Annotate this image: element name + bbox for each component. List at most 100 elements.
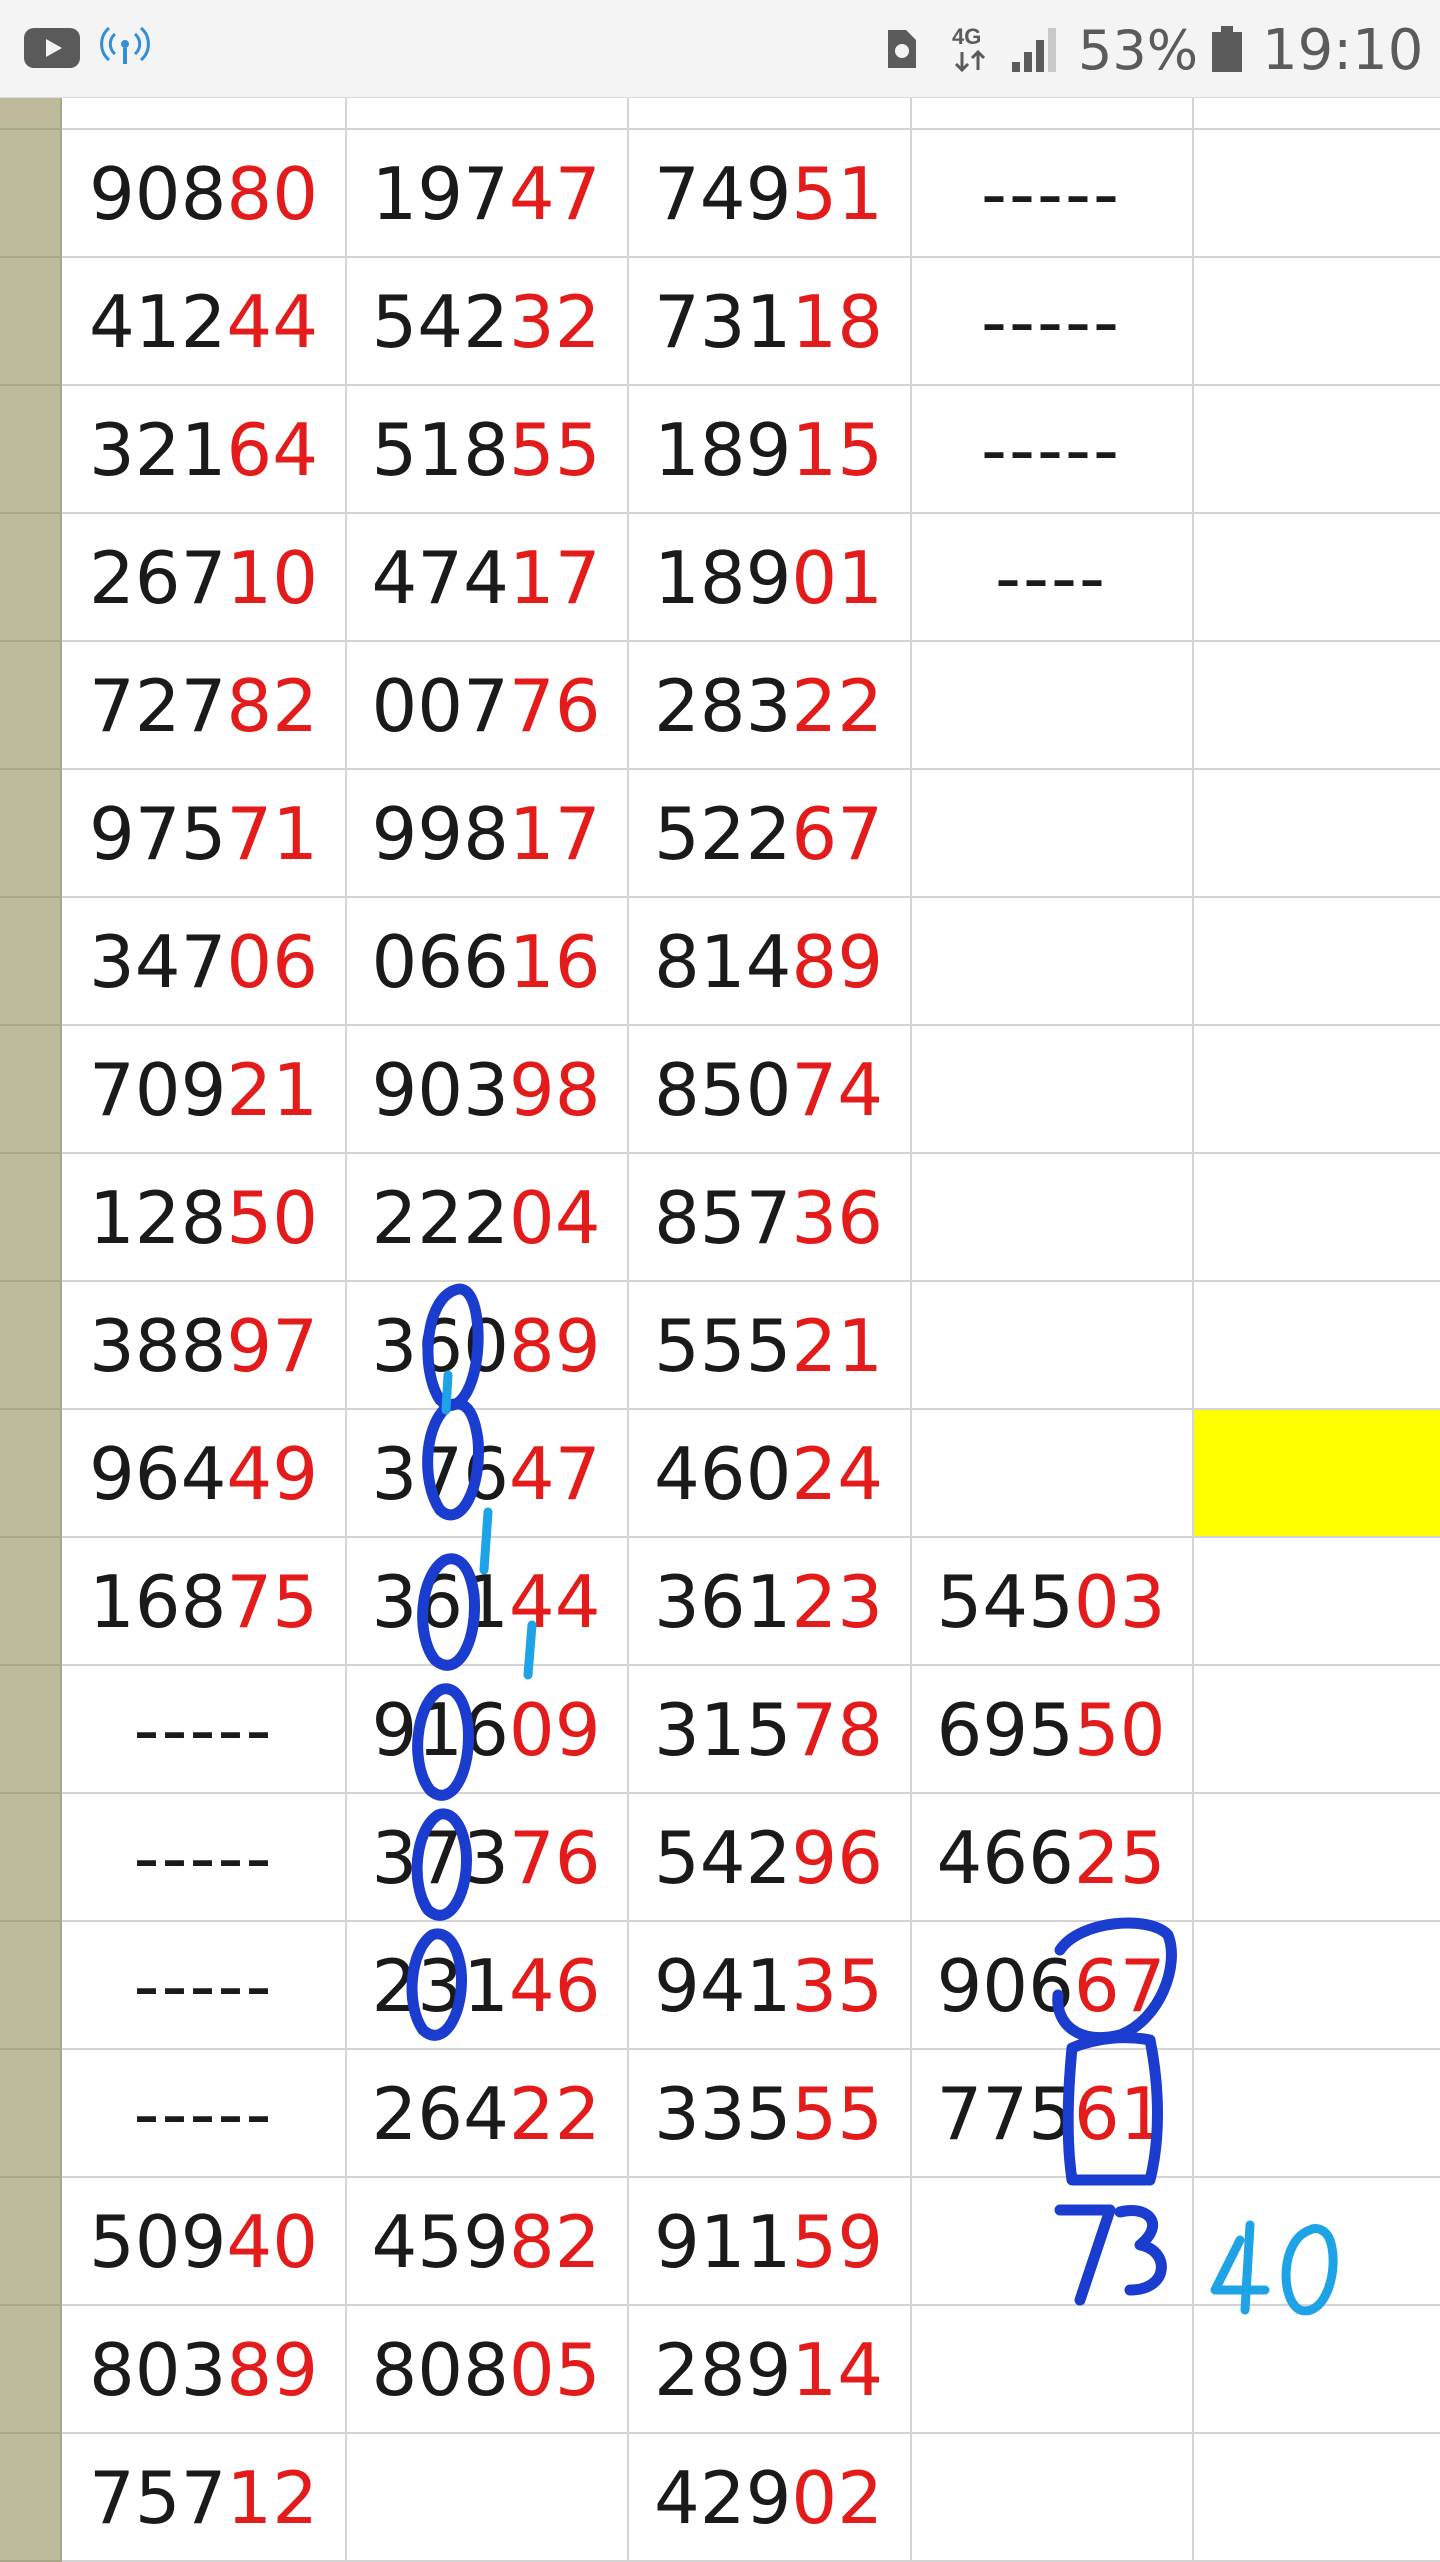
table-cell[interactable]: 189 15 [627,386,910,514]
number-prefix: 941 [653,1944,792,2028]
table-cell[interactable] [910,1410,1192,1538]
yellow-highlight-cell[interactable] [1194,1410,1440,1536]
table-cell[interactable]: 757 12 [62,2434,345,2562]
table-cell[interactable]: 522 67 [627,770,910,898]
table-cell[interactable] [910,642,1192,770]
number-highlight-digits: 35 [791,1944,884,2028]
table-cell[interactable]: 315 78 [627,1666,910,1794]
row-header-divider [0,896,62,898]
table-cell[interactable]: ----- [62,1666,345,1794]
table-cell[interactable]: 542 96 [627,1794,910,1922]
table-cell[interactable]: ----- [62,1922,345,2050]
table-cell[interactable]: 545 03 [910,1538,1192,1666]
dash-placeholder: ----- [133,1688,274,1772]
table-cell[interactable]: ----- [62,2050,345,2178]
table-cell[interactable]: 231 46 [345,1922,627,2050]
table-cell[interactable]: 542 32 [345,258,627,386]
number-prefix: 474 [371,536,509,620]
spreadsheet-grid[interactable]: 908 80 197 47 749 51 ----- 412 44 542 32 731 18 -----… [0,98,1440,2562]
table-cell[interactable]: 459 82 [345,2178,627,2306]
number-highlight-digits: 18 [791,280,884,364]
table-cell[interactable]: 518 55 [345,386,627,514]
table-cell[interactable]: 906 67 [910,1922,1192,2050]
table-cell[interactable]: 388 97 [62,1282,345,1410]
table-cell[interactable]: ---- [910,514,1192,642]
table-cell[interactable] [910,1026,1192,1154]
table-cell[interactable]: 267 10 [62,514,345,642]
table-cell[interactable]: 850 74 [627,1026,910,1154]
table-cell[interactable]: 814 89 [627,898,910,1026]
table-cell[interactable]: 373 76 [345,1794,627,1922]
row-header-column[interactable] [0,98,62,2562]
table-cell[interactable]: 803 89 [62,2306,345,2434]
table-cell[interactable]: 466 25 [910,1794,1192,1922]
number-prefix: 803 [88,2328,227,2412]
table-cell[interactable]: 376 47 [345,1410,627,1538]
table-cell[interactable]: 941 35 [627,1922,910,2050]
number-prefix: 709 [88,1048,227,1132]
table-cell[interactable]: 264 22 [345,2050,627,2178]
number-prefix: 231 [371,1944,509,2028]
number-prefix: 775 [936,2072,1074,2156]
number-highlight-digits: 44 [508,1560,601,1644]
table-cell[interactable] [910,770,1192,898]
table-cell[interactable]: 911 59 [627,2178,910,2306]
table-cell[interactable] [910,1154,1192,1282]
table-cell[interactable]: 975 71 [62,770,345,898]
number-highlight-digits: 22 [791,664,884,748]
number-highlight-digits: 15 [791,408,884,492]
battery-percent: 53% [1078,19,1199,82]
table-cell[interactable]: 916 09 [345,1666,627,1794]
number-prefix: 361 [371,1560,509,1644]
table-cell[interactable]: 709 21 [62,1026,345,1154]
table-cell[interactable]: 128 50 [62,1154,345,1282]
table-cell[interactable]: 289 14 [627,2306,910,2434]
table-cell[interactable]: 283 22 [627,642,910,770]
table-cell[interactable]: 429 02 [627,2434,910,2562]
number-prefix: 429 [653,2456,792,2540]
table-cell[interactable]: 347 06 [62,898,345,1026]
table-cell[interactable]: 335 55 [627,2050,910,2178]
table-cell[interactable]: ----- [62,1794,345,1922]
table-cell[interactable]: ----- [910,130,1192,258]
table-cell[interactable]: 361 23 [627,1538,910,1666]
table-cell[interactable]: 474 17 [345,514,627,642]
table-cell[interactable]: 168 75 [62,1538,345,1666]
table-cell[interactable]: 749 51 [627,130,910,258]
table-cell[interactable] [910,898,1192,1026]
table-cell[interactable]: 903 98 [345,1026,627,1154]
table-cell[interactable]: 197 47 [345,130,627,258]
table-cell[interactable]: 727 82 [62,642,345,770]
table-cell[interactable]: 509 40 [62,2178,345,2306]
table-cell[interactable]: 321 64 [62,386,345,514]
number-prefix: 189 [653,536,792,620]
table-cell[interactable]: 555 21 [627,1282,910,1410]
table-cell[interactable] [910,2434,1192,2562]
table-cell[interactable]: 412 44 [62,258,345,386]
table-cell[interactable]: ----- [910,258,1192,386]
table-cell[interactable] [910,2178,1192,2306]
number-highlight-digits: 59 [791,2200,884,2284]
table-cell[interactable]: 775 61 [910,2050,1192,2178]
table-cell[interactable]: 189 01 [627,514,910,642]
table-cell[interactable]: 222 04 [345,1154,627,1282]
table-cell[interactable]: 857 36 [627,1154,910,1282]
table-cell[interactable]: 007 76 [345,642,627,770]
table-cell[interactable]: 908 80 [62,130,345,258]
table-cell[interactable]: 460 24 [627,1410,910,1538]
table-cell[interactable]: 066 16 [345,898,627,1026]
table-cell[interactable]: 964 49 [62,1410,345,1538]
number-prefix: 731 [653,280,792,364]
table-cell[interactable]: 731 18 [627,258,910,386]
number-highlight-digits: 78 [791,1688,884,1772]
table-cell[interactable] [345,2434,627,2562]
table-cell[interactable]: 695 50 [910,1666,1192,1794]
table-cell[interactable] [910,1282,1192,1410]
table-cell[interactable]: 998 17 [345,770,627,898]
table-cell[interactable]: ----- [910,386,1192,514]
table-cell[interactable]: 360 89 [345,1282,627,1410]
table-cell[interactable]: 361 44 [345,1538,627,1666]
number-prefix: 757 [88,2456,227,2540]
table-cell[interactable] [910,2306,1192,2434]
table-cell[interactable]: 808 05 [345,2306,627,2434]
